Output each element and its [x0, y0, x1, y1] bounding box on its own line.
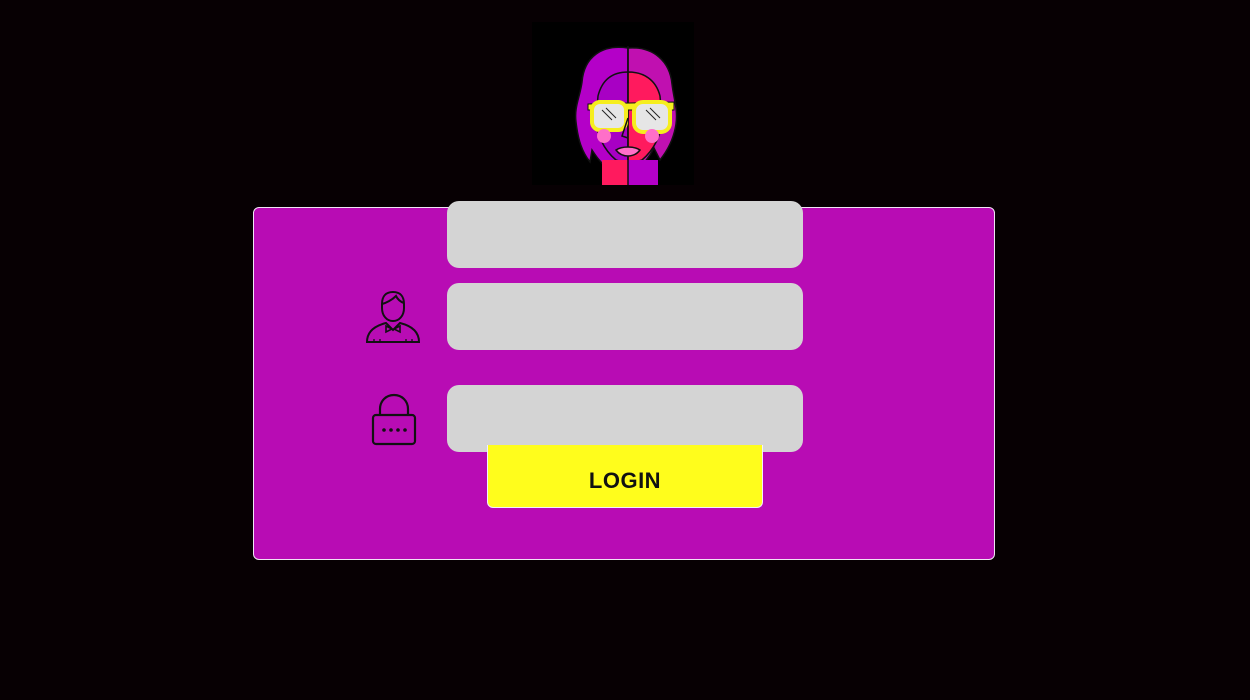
- user-icon: [362, 290, 422, 346]
- login-page: LOGIN: [0, 0, 1250, 700]
- lock-icon: [369, 393, 419, 447]
- password-input[interactable]: [447, 385, 803, 452]
- login-button[interactable]: LOGIN: [487, 445, 763, 508]
- split-face-sunglasses-avatar-icon: [532, 22, 694, 185]
- username-input[interactable]: [447, 283, 803, 350]
- top-text-field[interactable]: [447, 201, 803, 268]
- avatar-logo: [532, 22, 694, 185]
